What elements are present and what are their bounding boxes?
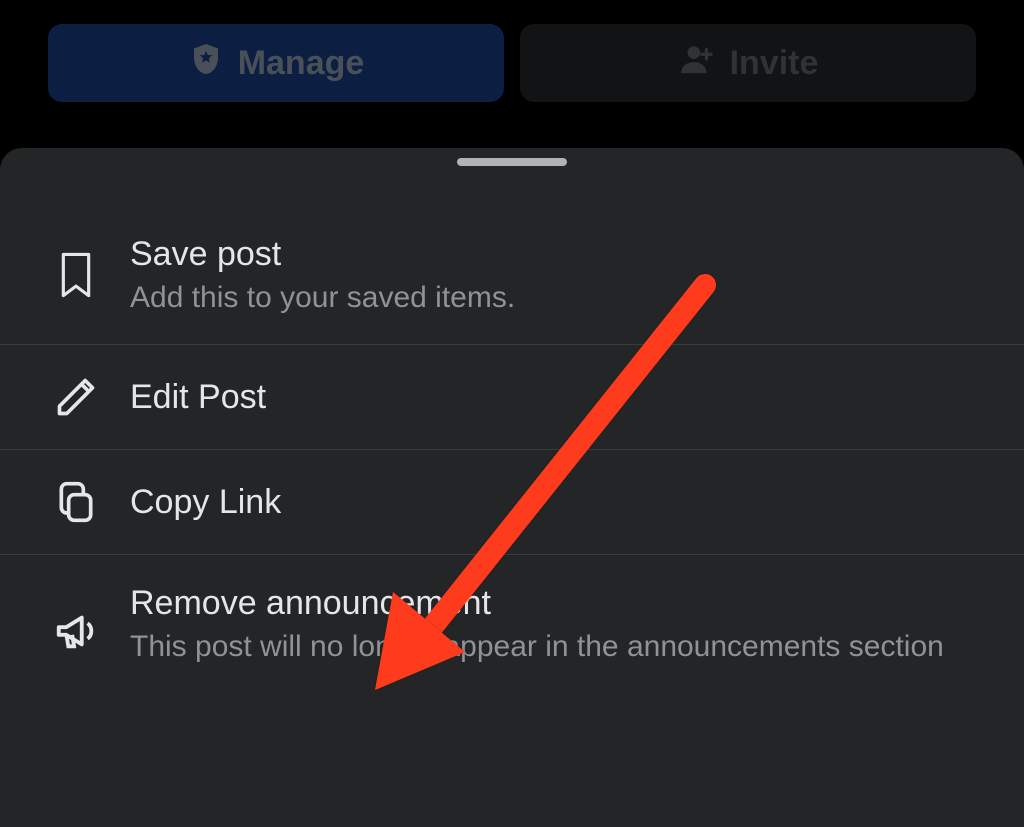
shield-star-icon xyxy=(188,41,224,86)
menu-item-copy-link[interactable]: Copy Link xyxy=(0,450,1024,555)
sheet-grabber[interactable] xyxy=(457,158,567,166)
menu-item-save-post[interactable]: Save post Add this to your saved items. xyxy=(0,206,1024,345)
menu-item-subtitle: This post will no longer appear in the a… xyxy=(130,628,944,666)
manage-button[interactable]: Manage xyxy=(48,24,504,102)
menu-item-title: Save post xyxy=(130,234,515,275)
person-plus-icon xyxy=(678,40,716,87)
invite-button-label: Invite xyxy=(730,44,819,83)
manage-button-label: Manage xyxy=(238,44,365,83)
copy-icon xyxy=(52,478,100,526)
menu-item-remove-announcement[interactable]: Remove announcement This post will no lo… xyxy=(0,555,1024,693)
pencil-icon xyxy=(52,373,100,421)
top-action-bar: Manage Invite xyxy=(0,0,1024,114)
action-sheet: Save post Add this to your saved items. … xyxy=(0,148,1024,827)
bookmark-icon xyxy=(52,251,100,299)
menu-item-subtitle: Add this to your saved items. xyxy=(130,279,515,317)
invite-button[interactable]: Invite xyxy=(520,24,976,102)
menu-item-title: Edit Post xyxy=(130,377,266,418)
megaphone-icon xyxy=(52,607,100,655)
menu-item-title: Remove announcement xyxy=(130,583,944,624)
menu-item-edit-post[interactable]: Edit Post xyxy=(0,345,1024,450)
menu-item-title: Copy Link xyxy=(130,482,281,523)
